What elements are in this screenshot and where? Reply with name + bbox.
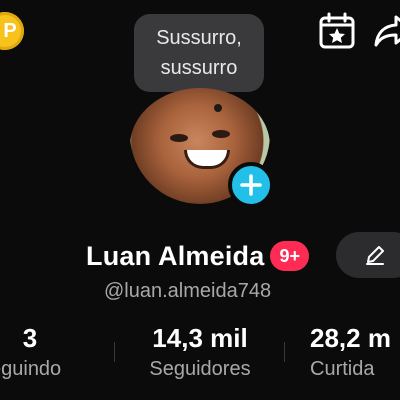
profile-name-row: Luan Almeida 9+ — [86, 236, 309, 276]
edit-profile-button[interactable] — [336, 232, 400, 278]
stat-following-value: 3 — [22, 323, 38, 353]
profile-name: Luan Almeida — [86, 240, 265, 271]
edit-pencil-icon — [366, 246, 384, 265]
tooltip: Sussurro, sussurro — [134, 14, 264, 92]
tooltip-line-1: Sussurro, — [156, 27, 242, 49]
stat-divider — [284, 342, 285, 362]
calendar-star-icon[interactable] — [318, 12, 356, 50]
stat-likes-value: 28,2 m — [310, 323, 391, 353]
coin-icon[interactable]: P — [0, 12, 24, 50]
stat-following[interactable]: 3 eguindo — [0, 322, 70, 384]
add-story-button[interactable] — [228, 162, 274, 208]
stat-followers-label: Seguidores — [149, 358, 251, 380]
stat-likes[interactable]: 28,2 m Curtida — [310, 322, 400, 384]
share-icon[interactable] — [374, 14, 400, 48]
coin-label: P — [3, 19, 17, 42]
notification-badge[interactable]: 9+ — [270, 241, 309, 271]
stat-followers[interactable]: 14,3 mil Seguidores — [140, 322, 260, 384]
add-icon — [240, 174, 262, 196]
stat-divider — [114, 342, 115, 362]
profile-username: @luan.almeida748 — [104, 280, 272, 302]
stat-followers-value: 14,3 mil — [152, 323, 248, 353]
tooltip-line-2: sussurro — [160, 57, 238, 79]
tooltip-dot — [214, 104, 222, 112]
stat-likes-label: Curtida — [310, 358, 375, 380]
stat-following-label: eguindo — [0, 358, 62, 380]
